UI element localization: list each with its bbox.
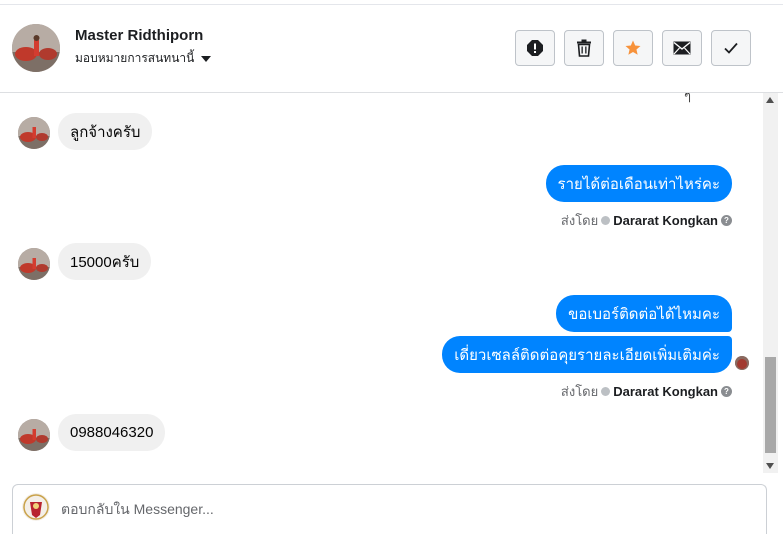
star-button[interactable] [613, 30, 653, 66]
trash-icon [577, 39, 591, 57]
mark-unread-button[interactable] [662, 30, 702, 66]
outgoing-message[interactable]: ขอเบอร์ติดต่อได้ไหมคะ [556, 295, 732, 332]
mark-spam-button[interactable] [515, 30, 555, 66]
star-icon [625, 40, 641, 55]
contact-name[interactable]: Master Ridthiporn [75, 27, 203, 44]
conversation-header: Master Ridthiporn มอบหมายการสนทนานี้ [0, 5, 783, 93]
outgoing-message[interactable]: รายได้ต่อเดือนเท่าไหร่คะ [545, 165, 732, 202]
help-icon[interactable]: ? [721, 215, 732, 226]
sent-by-label: ส่งโดย Dararat Kongkan ? [561, 210, 732, 231]
agent-dot-icon [601, 387, 611, 396]
partial-message-text: ๆ [684, 93, 691, 103]
scrollbar-thumb[interactable] [765, 357, 776, 453]
help-icon[interactable]: ? [721, 386, 732, 397]
scroll-down-arrow-icon[interactable] [766, 463, 774, 469]
reply-composer [12, 484, 767, 534]
reply-input[interactable] [61, 499, 661, 519]
assign-conversation-dropdown[interactable]: มอบหมายการสนทนานี้ [75, 49, 212, 68]
header-actions [515, 30, 751, 66]
mark-done-button[interactable] [711, 30, 751, 66]
sent-by-prefix: ส่งโดย [560, 213, 599, 228]
scroll-up-arrow-icon[interactable] [766, 97, 774, 103]
assign-label: มอบหมายการสนทนานี้ [75, 51, 195, 65]
incoming-message[interactable]: ลูกจ้างครับ [58, 113, 153, 150]
caret-down-icon [201, 56, 212, 62]
thread-scrollbar[interactable] [763, 93, 778, 473]
seen-avatar [735, 356, 749, 370]
sent-by-agent: Dararat Kongkan [613, 213, 718, 228]
sent-by-agent: Dararat Kongkan [613, 384, 718, 399]
delete-button[interactable] [564, 30, 604, 66]
message-thread[interactable]: ๆ ลูกจ้างครับ รายได้ต่อเดือนเท่าไหร่คะ ส… [0, 93, 763, 473]
outgoing-message[interactable]: เดี่ยวเซลล์ติดต่อคุยรายละเอียดเพิ่มเติมค… [442, 336, 732, 373]
sent-by-label: ส่งโดย Dararat Kongkan ? [561, 381, 732, 402]
contact-avatar-small [18, 248, 50, 280]
exclamation-icon [527, 40, 543, 56]
contact-avatar-small [18, 117, 50, 149]
incoming-message[interactable]: 15000ครับ [58, 243, 152, 280]
checkmark-icon [724, 42, 738, 54]
envelope-icon [673, 41, 691, 55]
inbox-conversation: Master Ridthiporn มอบหมายการสนทนานี้ ๆ ล… [0, 0, 783, 534]
contact-avatar[interactable] [12, 24, 60, 72]
agent-dot-icon [601, 216, 611, 225]
contact-avatar-small [18, 419, 50, 451]
incoming-message[interactable]: 0988046320 [58, 414, 166, 451]
page-avatar [22, 493, 50, 521]
sent-by-prefix: ส่งโดย [560, 384, 599, 399]
